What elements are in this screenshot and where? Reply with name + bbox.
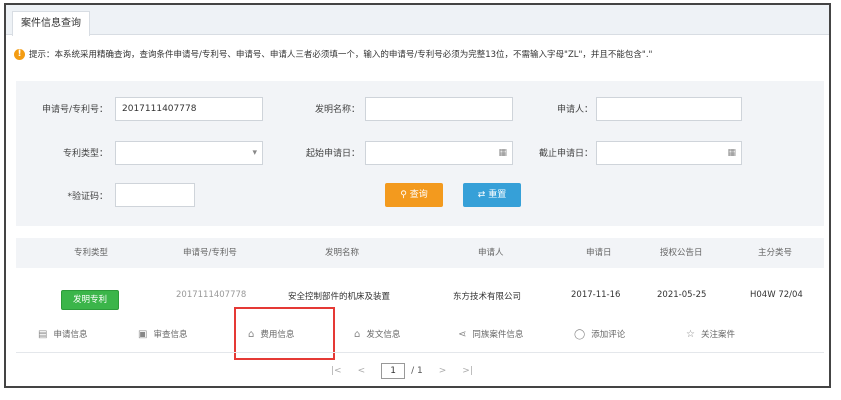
apply-date-cell: 2017-11-16	[571, 290, 621, 300]
action-family-info[interactable]: ⋖ 同族案件信息	[458, 323, 523, 347]
query-button-label: 查询	[409, 190, 428, 200]
start-date-label: 起始申请日：	[305, 149, 360, 159]
action-application-info[interactable]: ▤ 申请信息	[38, 323, 87, 347]
reset-button-label: 重置	[488, 190, 507, 200]
image-icon: ▣	[138, 329, 148, 340]
applicant-cell: 东方技术有限公司	[453, 292, 522, 302]
page-total: / 1	[411, 366, 423, 376]
column-header: 申请号/专利号	[183, 248, 237, 258]
action-label: 审查信息	[153, 330, 188, 340]
column-header: 授权公告日	[660, 248, 703, 258]
tab-bar: 案件信息查询	[6, 5, 829, 36]
start-date-input[interactable]: ▦	[365, 141, 513, 165]
star-icon: ☆	[686, 329, 695, 340]
applicant-label: 申请人：	[556, 105, 593, 115]
action-label: 关注案件	[700, 330, 735, 340]
divider	[16, 352, 824, 353]
notice-banner: ! 提示：本系统采用精确查询，查询条件申请号/专利号、申请号、申请人三者必须填一…	[14, 48, 652, 60]
query-button[interactable]: ⚲ 查询	[385, 183, 443, 207]
comment-icon: ◯	[574, 329, 586, 340]
action-label: 添加评论	[591, 330, 626, 340]
appno-input[interactable]: 2017111407778	[115, 97, 263, 121]
search-form: 申请号/专利号： 2017111407778 发明名称： 申请人： 专利类型： …	[16, 81, 824, 226]
calendar-icon[interactable]: ▦	[498, 142, 507, 164]
action-label: 发文信息	[366, 330, 401, 340]
captcha-input[interactable]	[115, 183, 195, 207]
calendar-icon[interactable]: ▦	[727, 142, 736, 164]
end-date-label: 截止申请日：	[538, 149, 593, 159]
receipt-icon: ⌂	[354, 329, 361, 340]
action-follow-case[interactable]: ☆ 关注案件	[686, 323, 735, 347]
action-label: 同族案件信息	[472, 330, 524, 340]
appno-label: 申请号/专利号：	[41, 105, 108, 115]
action-dispatch-info[interactable]: ⌂ 发文信息	[354, 323, 400, 347]
captcha-label: *验证码：	[67, 192, 108, 202]
first-page-button[interactable]: |<	[331, 366, 342, 376]
class-cell: H04W 72/04	[750, 290, 803, 300]
table-row[interactable]: 发明专利 2017111407778 安全控制部件的机床及装置 东方技术有限公司…	[16, 280, 824, 320]
row-actions: ▤ 申请信息 ▣ 审查信息 ⌂ 费用信息 ⌂ 发文信息 ⋖ 同族案件信息 ◯ 添加评论 ☆ 关…	[16, 323, 824, 347]
warning-icon: !	[14, 48, 25, 60]
action-review-info[interactable]: ▣ 审查信息	[138, 323, 187, 347]
appno-cell[interactable]: 2017111407778	[176, 290, 246, 300]
column-header: 专利类型	[74, 248, 109, 258]
column-header: 申请人	[478, 248, 504, 258]
action-label: 申请信息	[53, 330, 88, 340]
patent-type-label: 专利类型：	[62, 149, 108, 159]
column-header: 发明名称	[325, 248, 360, 258]
results-table-header: 专利类型 申请号/专利号 发明名称 申请人 申请日 授权公告日 主分类号	[16, 238, 824, 268]
end-date-input[interactable]: ▦	[596, 141, 742, 165]
app-window: 案件信息查询 ! 提示：本系统采用精确查询，查询条件申请号/专利号、申请号、申请…	[4, 3, 831, 388]
dropdown-arrow-icon: ▾	[252, 148, 257, 158]
prev-page-button[interactable]: <	[358, 366, 366, 376]
reset-button[interactable]: ⇄ 重置	[463, 183, 521, 207]
search-icon: ⚲	[400, 190, 410, 200]
invention-name-cell: 安全控制部件的机床及装置	[288, 292, 391, 302]
column-header: 主分类号	[758, 248, 793, 258]
grant-date-cell: 2021-05-25	[657, 290, 707, 300]
refresh-icon: ⇄	[477, 190, 489, 200]
share-icon: ⋖	[458, 329, 467, 340]
document-icon: ▤	[38, 329, 48, 340]
tab-case-query[interactable]: 案件信息查询	[12, 11, 90, 36]
patent-type-select[interactable]: ▾	[115, 141, 263, 165]
applicant-input[interactable]	[596, 97, 742, 121]
patent-type-badge: 发明专利	[61, 290, 119, 310]
column-header: 申请日	[586, 248, 612, 258]
invention-name-label: 发明名称：	[314, 105, 360, 115]
invention-name-input[interactable]	[365, 97, 513, 121]
next-page-button[interactable]: >	[439, 366, 447, 376]
last-page-button[interactable]: >|	[462, 366, 473, 376]
notice-text: 提示：本系统采用精确查询，查询条件申请号/专利号、申请号、申请人三者必须填一个，…	[29, 50, 653, 60]
pagination: |< < 1 / 1 > >|	[331, 361, 489, 381]
action-add-comment[interactable]: ◯ 添加评论	[574, 323, 625, 347]
page-number-input[interactable]: 1	[381, 363, 406, 379]
